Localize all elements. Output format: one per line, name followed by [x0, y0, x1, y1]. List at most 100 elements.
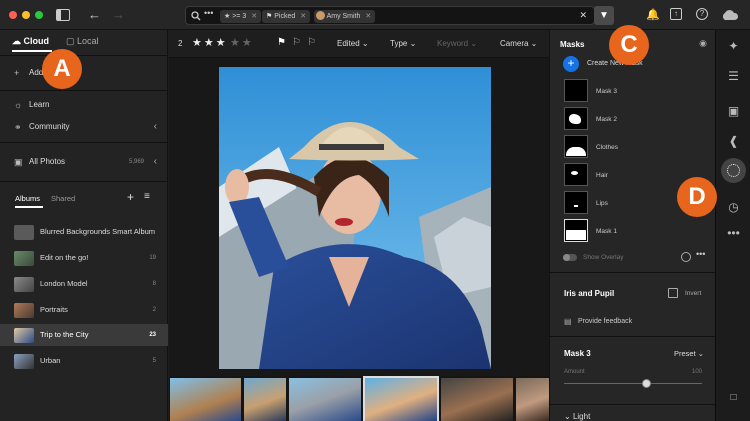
- mask-label[interactable]: Lips: [596, 200, 608, 207]
- back-arrow-icon[interactable]: ←: [88, 6, 101, 24]
- edited-dropdown[interactable]: Edited ⌄: [337, 39, 369, 48]
- mask-label[interactable]: Clothes: [596, 144, 618, 151]
- preset-dropdown[interactable]: Preset ⌄: [674, 349, 704, 358]
- close-icon[interactable]: ✕: [300, 13, 306, 20]
- close-window-button[interactable]: [9, 11, 17, 19]
- left-panel: ☁ Cloud ▢ Local +Add Photos ☼ Learn ⚭ Comm…: [0, 30, 168, 421]
- close-icon[interactable]: ✕: [251, 13, 257, 20]
- filmstrip-thumbnail[interactable]: [441, 378, 513, 421]
- sidebar-toggle-icon[interactable]: [56, 9, 70, 21]
- sidebar-item-community[interactable]: ⚭ Community ‹: [0, 116, 168, 138]
- mask-label[interactable]: Mask 3: [596, 88, 617, 95]
- filmstrip-thumbnail[interactable]: [244, 378, 286, 421]
- album-name: London Model: [40, 279, 88, 288]
- album-thumbnail: [14, 277, 34, 292]
- album-count: 8: [152, 281, 156, 287]
- title-bar: ← → ••• ★ >= 3 ✕ ⚑ Picked ✕ Amy Smith ✕ ✕ ▼…: [0, 0, 750, 30]
- sort-icon[interactable]: ≡: [144, 191, 150, 202]
- invert-label[interactable]: Invert: [685, 290, 701, 297]
- mask-label[interactable]: Mask 1: [596, 228, 617, 235]
- comment-icon[interactable]: □: [716, 392, 750, 403]
- smart-album-icon: [14, 225, 34, 240]
- album-item[interactable]: Urban 5: [0, 350, 168, 372]
- filmstrip-thumbnail-selected[interactable]: [363, 376, 439, 421]
- star-rating-filled[interactable]: ★★★: [192, 36, 228, 49]
- mask-thumbnail[interactable]: [564, 191, 588, 214]
- eye-icon[interactable]: ◉: [699, 38, 707, 49]
- album-name: Blurred Backgrounds Smart Album: [40, 227, 156, 236]
- filmstrip-thumbnail[interactable]: [289, 378, 361, 421]
- edit-icon[interactable]: ✦: [716, 39, 750, 53]
- filter-toolbar: 2 ★★★ ★★ ⚑ ⚐ ⚐ Edited ⌄ Type ⌄ Keyword ⌄…: [169, 30, 549, 58]
- chevron-left-icon[interactable]: ‹: [154, 151, 157, 173]
- mask-thumbnail[interactable]: [564, 107, 588, 130]
- amount-slider-track[interactable]: [564, 383, 702, 384]
- cloud-icon[interactable]: [721, 10, 739, 21]
- add-photos-button[interactable]: +Add Photos: [0, 62, 168, 84]
- album-thumbnail: [14, 328, 34, 343]
- mask-label[interactable]: Hair: [596, 172, 608, 179]
- filter-funnel-button[interactable]: ▼: [594, 6, 614, 25]
- camera-dropdown[interactable]: Camera ⌄: [500, 39, 537, 48]
- maximize-window-button[interactable]: [35, 11, 43, 19]
- mask-thumbnail[interactable]: [564, 135, 588, 158]
- overlay-color-icon[interactable]: [681, 252, 691, 262]
- tool-rail: ✦ ☰ ▣ ❰ ◷ ••• □: [715, 30, 750, 421]
- album-item[interactable]: Edit on the go! 19: [0, 247, 168, 269]
- more-icon[interactable]: •••: [204, 8, 213, 18]
- bell-icon[interactable]: 🔔: [646, 6, 660, 24]
- flag-filter-chip[interactable]: ⚑ Picked ✕: [262, 10, 311, 23]
- invert-icon[interactable]: [668, 288, 678, 298]
- add-album-icon[interactable]: +: [127, 190, 134, 204]
- star-rating-empty[interactable]: ★★: [230, 36, 254, 49]
- learn-label: Learn: [29, 100, 50, 109]
- show-overlay-toggle[interactable]: [563, 254, 577, 261]
- tab-shared[interactable]: Shared: [51, 194, 75, 203]
- main-photo[interactable]: [219, 67, 491, 369]
- mask-thumbnail[interactable]: [564, 163, 588, 186]
- flag-picked-icon[interactable]: ⚑: [277, 37, 286, 48]
- close-icon[interactable]: ✕: [365, 13, 371, 20]
- more-options-icon[interactable]: •••: [696, 249, 705, 259]
- rating-filter-chip[interactable]: ★ >= 3 ✕: [220, 10, 262, 23]
- album-thumbnail: [14, 354, 34, 369]
- history-icon[interactable]: ◷: [716, 200, 750, 214]
- tab-local[interactable]: ▢ Local: [66, 36, 99, 47]
- mask-thumbnail-selected[interactable]: [564, 219, 588, 242]
- sidebar-item-all-photos[interactable]: ▣ All Photos 5,969 ‹: [0, 151, 168, 173]
- flag-unflagged-icon[interactable]: ⚐: [292, 37, 301, 48]
- masking-tool-button[interactable]: [721, 158, 746, 183]
- mask-label[interactable]: Mask 2: [596, 116, 617, 123]
- light-section-header[interactable]: ⌄ Light: [564, 412, 590, 421]
- forward-arrow-icon[interactable]: →: [112, 6, 125, 24]
- mask-thumbnail[interactable]: [564, 79, 588, 102]
- album-item-selected[interactable]: Trip to the City 23: [0, 324, 168, 346]
- clear-search-icon[interactable]: ✕: [579, 10, 587, 21]
- tab-cloud[interactable]: ☁ Cloud: [12, 36, 49, 47]
- keyword-dropdown[interactable]: Keyword ⌄: [437, 39, 477, 48]
- crop-icon[interactable]: ▣: [716, 104, 750, 118]
- amount-slider-thumb[interactable]: [642, 379, 652, 388]
- healing-icon[interactable]: ❰: [716, 134, 750, 148]
- more-icon[interactable]: •••: [716, 226, 750, 240]
- mask-settings-title: Mask 3: [564, 349, 591, 358]
- filmstrip-thumbnail[interactable]: [170, 378, 241, 421]
- provide-feedback-link[interactable]: Provide feedback: [578, 318, 632, 325]
- flag-rejected-icon[interactable]: ⚐: [307, 37, 316, 48]
- create-mask-plus-icon[interactable]: +: [563, 56, 579, 72]
- tab-albums[interactable]: Albums: [15, 194, 40, 203]
- search-filter-bar[interactable]: ••• ★ >= 3 ✕ ⚑ Picked ✕ Amy Smith ✕ ✕: [185, 6, 595, 25]
- help-icon[interactable]: ?: [696, 8, 708, 20]
- sidebar-item-learn[interactable]: ☼ Learn: [0, 94, 168, 116]
- album-item[interactable]: Portraits 2: [0, 299, 168, 321]
- chevron-left-icon[interactable]: ‹: [154, 116, 157, 138]
- type-dropdown[interactable]: Type ⌄: [390, 39, 416, 48]
- album-item[interactable]: London Model 8: [0, 273, 168, 295]
- minimize-window-button[interactable]: [22, 11, 30, 19]
- share-icon[interactable]: ↑: [670, 8, 682, 20]
- sliders-icon[interactable]: ☰: [716, 69, 750, 83]
- album-item[interactable]: Blurred Backgrounds Smart Album: [0, 221, 168, 243]
- person-filter-chip[interactable]: Amy Smith ✕: [314, 10, 376, 23]
- filmstrip-thumbnail[interactable]: [516, 378, 549, 421]
- folder-icon: ▢: [66, 36, 75, 46]
